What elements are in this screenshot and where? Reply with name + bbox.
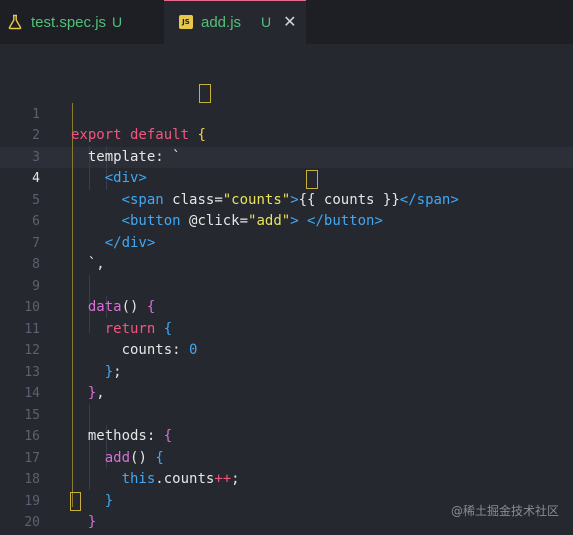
tab-label: add.js (201, 13, 242, 31)
editor-area[interactable]: 1 export default { 2 template: ` 3 <div>… (0, 44, 573, 535)
code-line: 17 this.counts++; (0, 426, 573, 488)
cursor-char-highlight (306, 170, 318, 189)
code-editor-window: test.spec.js U JS add.js U ✕ 1 export de… (0, 0, 573, 535)
code-line: 13 }, (0, 340, 573, 402)
code-line: 8 (0, 233, 573, 272)
bracket-match-highlight (199, 84, 211, 103)
code-line: 2 template: ` (0, 104, 573, 165)
code-line: 9 data() { (0, 254, 573, 316)
code-line: 1 export default { (0, 82, 573, 144)
close-icon[interactable]: ✕ (283, 14, 296, 30)
tab-test-spec[interactable]: test.spec.js U (0, 0, 164, 44)
untracked-badge: U (112, 14, 123, 30)
code-line: 10 return { (0, 276, 573, 337)
code-line: 4 <span class="counts">{{ counts }}</spa… (0, 147, 573, 208)
code-line: 6 </div> (0, 190, 573, 251)
untracked-badge: U (261, 14, 272, 30)
code-line: 12 }; (0, 319, 573, 380)
bracket-match-highlight (70, 492, 81, 511)
code-line: 5 <button @click="add"> </button> (0, 168, 573, 230)
code-line: 18 } (0, 448, 573, 509)
watermark: @稀土掘金技术社区 (450, 504, 559, 518)
code-line: 14 (0, 362, 573, 401)
code-line: 3 <div> (0, 125, 573, 187)
code-line: 7 `, (0, 211, 573, 273)
code-line: 16 add() { (0, 405, 573, 466)
code-line: 15 methods: { (0, 383, 573, 445)
flask-icon (8, 14, 22, 30)
code-line: 11 counts: 0 (0, 297, 573, 359)
tab-add-js[interactable]: JS add.js U ✕ (164, 0, 306, 44)
tab-label: test.spec.js (31, 13, 107, 31)
code-line: 19 } (0, 469, 573, 531)
js-file-icon: JS (179, 15, 193, 29)
tab-bar: test.spec.js U JS add.js U ✕ (0, 0, 573, 44)
